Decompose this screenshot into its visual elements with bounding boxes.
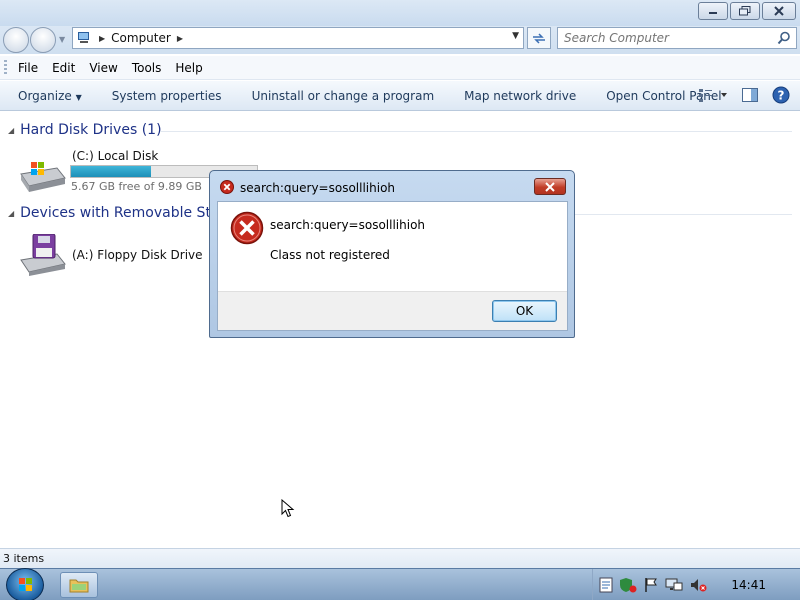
menu-bar: File Edit View Tools Help (0, 56, 800, 80)
group-title: Hard Disk Drives (1) (20, 122, 162, 138)
taskbar-explorer-button[interactable] (60, 572, 98, 598)
start-button[interactable] (6, 568, 44, 600)
group-divider (160, 131, 792, 132)
collapse-triangle-icon[interactable]: ◢ (8, 126, 14, 135)
action-center-flag-icon[interactable] (643, 577, 659, 593)
minimize-button[interactable] (698, 2, 728, 20)
preview-pane-icon (742, 88, 758, 102)
menu-edit[interactable]: Edit (52, 61, 75, 75)
back-button[interactable] (3, 27, 29, 53)
system-tray (592, 569, 800, 600)
group-header-hard-disks[interactable]: ◢ Hard Disk Drives (1) (8, 122, 162, 138)
dialog-footer: OK (218, 291, 567, 330)
system-properties-button[interactable]: System properties (112, 89, 222, 103)
view-options-icon (699, 89, 727, 102)
uninstall-program-button[interactable]: Uninstall or change a program (252, 89, 435, 103)
address-dropdown-icon[interactable]: ▼ (512, 31, 519, 41)
ok-button[interactable]: OK (492, 300, 557, 322)
error-dialog: search:query=sosolllihioh search:query=s… (209, 170, 575, 338)
dialog-detail: Class not registered (270, 248, 390, 262)
breadcrumb-computer[interactable]: Computer (111, 31, 171, 45)
status-bar: 3 items (0, 548, 800, 568)
breadcrumb-chevron-icon[interactable]: ▶ (177, 34, 183, 43)
change-view-button[interactable] (698, 87, 728, 106)
svg-text:?: ? (778, 89, 785, 103)
windows-logo-icon (19, 578, 32, 591)
breadcrumb-chevron-icon[interactable]: ▶ (99, 34, 105, 43)
error-icon (220, 180, 234, 194)
command-bar: Organize ▼ System properties Uninstall o… (0, 81, 800, 111)
help-icon: ? (772, 86, 790, 104)
restore-button[interactable] (730, 2, 760, 20)
search-icon[interactable] (777, 31, 791, 45)
error-icon (230, 211, 264, 245)
restore-icon (739, 6, 751, 16)
address-row: ▼ ▶ Computer ▶ ▼ (0, 26, 800, 54)
minimize-icon (709, 12, 717, 14)
drive-a-name[interactable]: (A:) Floppy Disk Drive (72, 248, 203, 262)
volume-muted-icon[interactable] (689, 577, 707, 593)
search-input[interactable] (564, 31, 774, 45)
refresh-button[interactable] (527, 27, 551, 49)
close-button[interactable] (762, 2, 796, 20)
collapse-triangle-icon[interactable]: ◢ (8, 209, 14, 218)
recent-pages-dropdown-icon[interactable]: ▼ (59, 35, 65, 44)
organize-button[interactable]: Organize ▼ (18, 89, 82, 103)
dialog-close-button[interactable] (534, 178, 566, 195)
notes-icon[interactable] (599, 577, 613, 593)
close-icon (545, 181, 555, 192)
help-button[interactable]: ? (772, 86, 790, 107)
taskbar: 14:41 (0, 568, 800, 600)
dialog-body: search:query=sosolllihioh Class not regi… (217, 201, 568, 331)
menu-view[interactable]: View (89, 61, 117, 75)
taskbar-clock[interactable]: 14:41 (731, 578, 766, 592)
menu-tools[interactable]: Tools (132, 61, 162, 75)
security-shield-icon[interactable] (619, 577, 637, 593)
search-box[interactable] (557, 27, 797, 49)
network-icon[interactable] (665, 577, 683, 593)
view-tools: ? (698, 86, 790, 107)
hard-drive-icon (20, 162, 66, 192)
window-titlebar (0, 0, 800, 26)
menu-help[interactable]: Help (175, 61, 202, 75)
status-item-count: 3 items (3, 552, 45, 565)
drive-c-name[interactable]: (C:) Local Disk (72, 149, 158, 163)
address-bar[interactable]: ▶ Computer ▶ ▼ (72, 27, 524, 49)
refresh-icon (533, 33, 545, 44)
caption-buttons (698, 2, 796, 20)
group-divider (575, 214, 792, 215)
menu-file[interactable]: File (18, 61, 38, 75)
folder-icon (69, 579, 89, 593)
floppy-drive-icon (20, 234, 66, 276)
menu-grip (4, 60, 7, 76)
mouse-cursor-icon (281, 499, 295, 518)
close-icon (774, 6, 784, 16)
dialog-title: search:query=sosolllihioh (240, 181, 396, 195)
computer-icon (78, 32, 89, 43)
dialog-message: search:query=sosolllihioh (270, 218, 426, 232)
preview-pane-button[interactable] (742, 87, 758, 106)
drive-c-usage-fill (71, 166, 151, 177)
map-network-drive-button[interactable]: Map network drive (464, 89, 576, 103)
drive-c-free-space: 5.67 GB free of 9.89 GB (71, 180, 202, 193)
organize-label: Organize (18, 88, 72, 103)
chevron-down-icon: ▼ (75, 92, 82, 102)
forward-button[interactable] (30, 27, 56, 53)
